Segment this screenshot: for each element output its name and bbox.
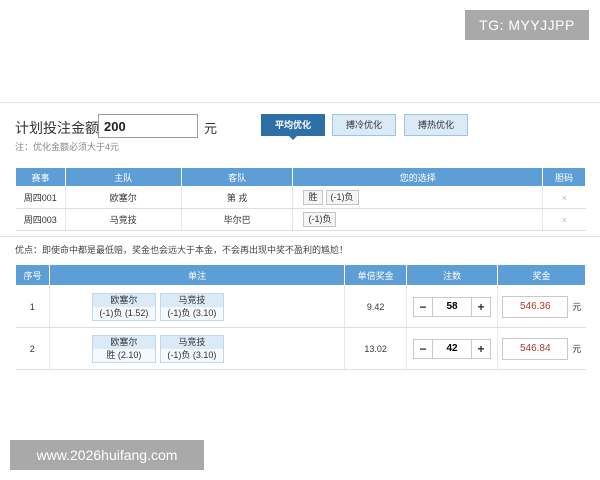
row-picks: 欧塞尔 (-1)负 (1.52) 马竞技 (-1)负 (3.10) xyxy=(49,285,346,328)
cold-optimize-button[interactable]: 搏冷优化 xyxy=(332,114,396,136)
results-header-row: 序号 单注 单倍奖金 注数 奖金 xyxy=(15,264,586,286)
row-index: 1 xyxy=(15,285,50,328)
pick-bet: (-1)负 (1.52) xyxy=(99,307,149,318)
pick-bet: 胜 (2.10) xyxy=(106,349,142,360)
plan-amount-unit: 元 xyxy=(204,121,218,136)
col-event: 赛事 xyxy=(15,167,66,187)
row-prize: 546.36 元 xyxy=(497,285,586,328)
col-home: 主队 xyxy=(64,167,182,187)
match-choices: 胜 (-1)负 xyxy=(292,186,544,209)
row-count: − + xyxy=(406,285,499,328)
match-home: 马竞技 xyxy=(65,208,182,231)
col-prize: 奖金 xyxy=(497,264,586,286)
row-single-prize: 9.42 xyxy=(344,285,408,328)
prize-unit: 元 xyxy=(572,344,582,354)
prize-unit: 元 xyxy=(572,302,582,312)
count-input[interactable] xyxy=(432,339,473,358)
match-event: 周四003 xyxy=(15,208,66,231)
count-input[interactable] xyxy=(432,297,473,316)
plan-amount-note: 注：优化金额必须大于4元 xyxy=(15,142,120,152)
count-stepper: − + xyxy=(413,296,492,317)
col-index: 序号 xyxy=(15,264,50,286)
optimization-results-table: 序号 单注 单倍奖金 注数 奖金 1 欧塞尔 (-1)负 (1.52) 马竞技 … xyxy=(15,264,586,370)
prize-value: 546.84 xyxy=(502,337,569,360)
pick-card: 欧塞尔 胜 (2.10) xyxy=(91,334,156,363)
pick-card: 马竞技 (-1)负 (3.10) xyxy=(159,334,224,363)
pick-team: 欧塞尔 xyxy=(92,293,155,307)
match-away: 毕尔巴 xyxy=(181,208,294,231)
row-single-prize: 13.02 xyxy=(344,327,408,370)
pick-bet: (-1)负 (3.10) xyxy=(167,349,217,360)
increment-button[interactable]: + xyxy=(472,339,491,358)
increment-button[interactable]: + xyxy=(472,297,491,316)
col-single-bet: 单注 xyxy=(48,264,346,286)
active-tab-caret-icon xyxy=(288,135,298,140)
decrement-button[interactable]: − xyxy=(414,297,433,316)
match-dan: × xyxy=(542,186,586,209)
match-event: 周四001 xyxy=(15,186,66,209)
pick-team: 马竞技 xyxy=(160,335,223,349)
average-optimize-button[interactable]: 平均优化 xyxy=(261,114,325,136)
choice-chip[interactable]: (-1)负 xyxy=(325,190,359,205)
watermark-bottom: www.2026huifang.com xyxy=(10,440,204,470)
pick-team: 马竞技 xyxy=(160,293,223,307)
row-count: − + xyxy=(406,327,499,370)
decrement-button[interactable]: − xyxy=(414,339,433,358)
match-away: 第 戎 xyxy=(181,186,294,209)
table-row: 周四003 马竞技 毕尔巴 (-1)负 × xyxy=(15,208,586,231)
col-away: 客队 xyxy=(180,167,294,187)
col-dan: 胆码 xyxy=(542,167,586,187)
pick-bet: (-1)负 (3.10) xyxy=(167,307,217,318)
watermark-top: TG: MYYJJPP xyxy=(465,10,589,40)
match-choices: (-1)负 xyxy=(292,208,544,231)
table-row: 周四001 欧塞尔 第 戎 胜 (-1)负 × xyxy=(15,186,586,209)
col-single-prize: 单倍奖金 xyxy=(344,264,408,286)
hot-optimize-button[interactable]: 搏热优化 xyxy=(404,114,468,136)
table-row: 2 欧塞尔 胜 (2.10) 马竞技 (-1)负 (3.10) 13.02 − … xyxy=(15,327,586,370)
pick-team: 欧塞尔 xyxy=(92,335,155,349)
choice-chip[interactable]: 胜 xyxy=(303,190,323,205)
choice-chip[interactable]: (-1)负 xyxy=(303,212,337,227)
col-choice: 您的选择 xyxy=(292,167,544,187)
matches-header-row: 赛事 主队 客队 您的选择 胆码 xyxy=(15,167,586,187)
count-stepper: − + xyxy=(413,338,492,359)
remove-icon[interactable]: × xyxy=(562,215,567,225)
section-divider xyxy=(0,236,600,237)
row-prize: 546.84 元 xyxy=(497,327,586,370)
top-divider xyxy=(0,102,600,103)
plan-amount-label: 计划投注金额 xyxy=(15,120,99,136)
col-count: 注数 xyxy=(406,264,499,286)
table-row: 1 欧塞尔 (-1)负 (1.52) 马竞技 (-1)负 (3.10) 9.42… xyxy=(15,285,586,328)
match-dan: × xyxy=(542,208,586,231)
matches-table: 赛事 主队 客队 您的选择 胆码 周四001 欧塞尔 第 戎 胜 (-1)负 × … xyxy=(15,167,586,231)
match-home: 欧塞尔 xyxy=(65,186,182,209)
row-picks: 欧塞尔 胜 (2.10) 马竞技 (-1)负 (3.10) xyxy=(49,327,346,370)
pick-card: 欧塞尔 (-1)负 (1.52) xyxy=(91,292,156,321)
remove-icon[interactable]: × xyxy=(562,193,567,203)
plan-amount-input[interactable] xyxy=(98,114,198,138)
advantage-note: 优点：即使命中都是最低赔，奖金也会远大于本金，不会再出现中奖不盈利的尴尬！ xyxy=(15,245,349,255)
row-index: 2 xyxy=(15,327,50,370)
prize-value: 546.36 xyxy=(502,295,569,318)
pick-card: 马竞技 (-1)负 (3.10) xyxy=(159,292,224,321)
